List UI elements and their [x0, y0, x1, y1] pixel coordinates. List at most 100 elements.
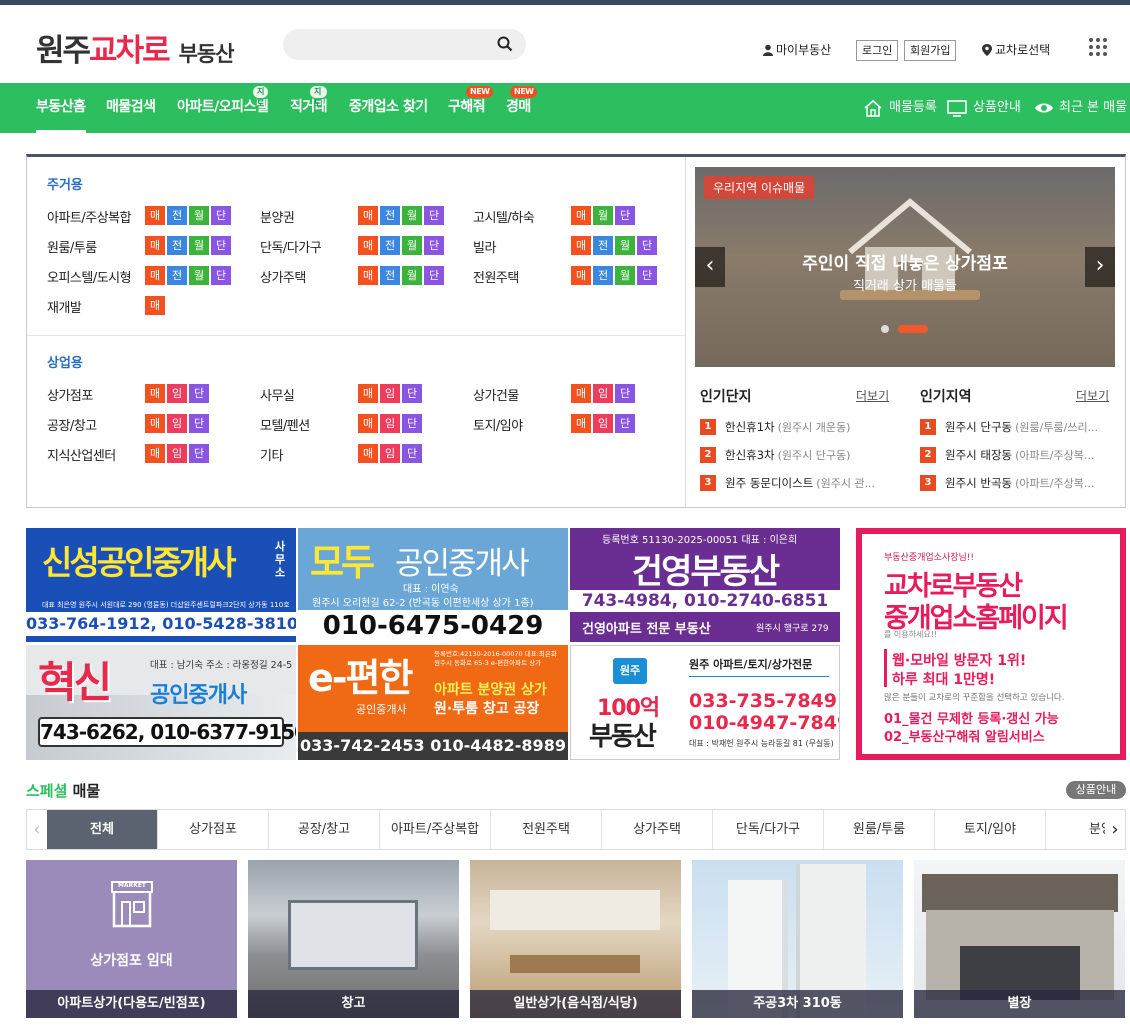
search-icon[interactable] — [496, 35, 514, 53]
tag-sale[interactable]: 매 — [358, 384, 378, 403]
listing-card[interactable]: 일반상가(음식점/식당) — [470, 860, 681, 1018]
list-item[interactable]: 1 한신휴1차 (원주시 개운동) — [700, 419, 890, 435]
category-oneroom[interactable]: 원룸/투룸 — [47, 237, 97, 256]
login-button[interactable]: 로그인 — [856, 40, 899, 61]
recent-viewed-link[interactable]: 최근 본 매물 — [1034, 83, 1127, 133]
tag-monthly[interactable]: 월 — [402, 206, 422, 225]
tag-short[interactable]: 단 — [211, 266, 231, 285]
slider-dot[interactable] — [881, 325, 889, 333]
category-detached[interactable]: 단독/다가구 — [260, 237, 322, 256]
tag-sale[interactable]: 매 — [358, 444, 378, 463]
tab-all[interactable]: 전체 — [47, 810, 158, 849]
tag-sale[interactable]: 매 — [145, 444, 165, 463]
category-factory[interactable]: 공장/창고 — [47, 415, 97, 434]
category-motel[interactable]: 모텔/펜션 — [260, 415, 310, 434]
listing-card[interactable]: 창고 — [248, 860, 459, 1018]
nav-item-home[interactable]: 부동산홈 — [36, 83, 86, 133]
category-shop-house[interactable]: 상가주택 — [260, 267, 306, 286]
tag-lease[interactable]: 임 — [593, 414, 613, 433]
tag-jeonse[interactable]: 전 — [593, 266, 613, 285]
tag-short[interactable]: 단 — [211, 236, 231, 255]
tag-sale[interactable]: 매 — [571, 414, 591, 433]
tag-short[interactable]: 단 — [615, 206, 635, 225]
tag-short[interactable]: 단 — [402, 414, 422, 433]
tag-sale[interactable]: 매 — [358, 236, 378, 255]
tag-short[interactable]: 단 — [615, 414, 635, 433]
site-logo[interactable]: 원주 교차로 부동산 — [36, 25, 235, 70]
tag-short[interactable]: 단 — [189, 384, 209, 403]
tag-short[interactable]: 단 — [402, 384, 422, 403]
ad-banner-epyeonhan[interactable]: e-편한 공인중개사 등록번호:42130-2016-00070 대표:최은화 … — [298, 645, 568, 760]
tag-monthly[interactable]: 월 — [615, 266, 635, 285]
nav-item-apartment[interactable]: 아파트/오피스텔 지도 — [177, 83, 269, 133]
tag-monthly[interactable]: 월 — [615, 236, 635, 255]
tag-short[interactable]: 단 — [637, 236, 657, 255]
tag-short[interactable]: 단 — [424, 206, 444, 225]
tag-sale[interactable]: 매 — [145, 296, 165, 315]
tab-shop-house[interactable]: 상가주택 — [602, 810, 713, 849]
tag-sale[interactable]: 매 — [145, 236, 165, 255]
tag-sale[interactable]: 매 — [145, 414, 165, 433]
tag-short[interactable]: 단 — [615, 384, 635, 403]
tag-sale[interactable]: 매 — [145, 206, 165, 225]
list-item[interactable]: 2 한신휴3차 (원주시 단구동) — [700, 447, 890, 463]
tag-monthly[interactable]: 월 — [402, 266, 422, 285]
tag-lease[interactable]: 임 — [167, 384, 187, 403]
category-land[interactable]: 토지/임야 — [473, 415, 523, 434]
ad-banner-sinseong[interactable]: 신성공인중개사 사무소 대표 최은영 원주시 서원대로 290 (명륜동) 더샵… — [26, 528, 296, 642]
tag-lease[interactable]: 임 — [167, 414, 187, 433]
category-office[interactable]: 사무실 — [260, 385, 295, 404]
tag-jeonse[interactable]: 전 — [380, 266, 400, 285]
tag-jeonse[interactable]: 전 — [380, 236, 400, 255]
category-apartment[interactable]: 아파트/주상복합 — [47, 207, 132, 226]
tag-sale[interactable]: 매 — [358, 266, 378, 285]
tag-short[interactable]: 단 — [637, 266, 657, 285]
popular-complex-more-link[interactable]: 더보기 — [856, 387, 889, 404]
category-redevelop[interactable]: 재개발 — [47, 297, 82, 316]
tag-monthly[interactable]: 월 — [189, 266, 209, 285]
ad-banner-hyeoksin[interactable]: 혁신 대표 : 남기숙 주소 : 라옹정길 24-5 공인중개사 743-626… — [26, 645, 296, 760]
tab-country-house[interactable]: 전원주택 — [491, 810, 602, 849]
tag-sale[interactable]: 매 — [571, 384, 591, 403]
tag-sale[interactable]: 매 — [358, 414, 378, 433]
nav-item-wanted[interactable]: 구해줘 NEW — [448, 83, 494, 133]
tab-apartment[interactable]: 아파트/주상복합 — [380, 810, 491, 849]
tag-jeonse[interactable]: 전 — [167, 236, 187, 255]
category-etc[interactable]: 기타 — [260, 445, 283, 464]
tag-jeonse[interactable]: 전 — [593, 236, 613, 255]
tag-sale[interactable]: 매 — [571, 266, 591, 285]
nav-item-search[interactable]: 매물검색 — [106, 83, 156, 133]
nav-item-direct[interactable]: 직거래 지도 — [290, 83, 328, 133]
category-presale[interactable]: 분양권 — [260, 207, 295, 226]
tag-short[interactable]: 단 — [189, 414, 209, 433]
tag-monthly[interactable]: 월 — [593, 206, 613, 225]
category-villa[interactable]: 빌라 — [473, 237, 496, 256]
product-info-link[interactable]: 상품안내 — [947, 83, 1021, 133]
tag-short[interactable]: 단 — [424, 266, 444, 285]
product-info-button[interactable]: 상품안내 — [1066, 781, 1126, 799]
ad-banner-geonyoung[interactable]: 등록번호 51130-2025-00051 대표 : 이은희 건영부동산 743… — [570, 528, 840, 642]
tab-land[interactable]: 토지/임야 — [935, 810, 1046, 849]
tag-sale[interactable]: 매 — [571, 206, 591, 225]
tag-sale[interactable]: 매 — [571, 236, 591, 255]
list-item[interactable]: 2 원주시 태장동 (아파트/주상복... — [920, 447, 1112, 463]
category-country-house[interactable]: 전원주택 — [473, 267, 519, 286]
tag-lease[interactable]: 임 — [380, 444, 400, 463]
signup-button[interactable]: 회원가입 — [904, 40, 957, 61]
tag-lease[interactable]: 임 — [167, 444, 187, 463]
tag-short[interactable]: 단 — [424, 236, 444, 255]
slider-prev-button[interactable]: ‹ — [695, 247, 725, 287]
ad-banner-homepage[interactable]: 부동산중개업소사장님!! 교차로부동산 중개업소홈페이지 를 이용하세요!! 웹… — [856, 528, 1126, 760]
tag-lease[interactable]: 임 — [593, 384, 613, 403]
listing-card[interactable]: 별장 — [914, 860, 1125, 1018]
issue-slider[interactable]: 우리지역 이슈매물 주인이 직접 내놓은 상가점포 직거래 상가 매물들 ‹ › — [695, 167, 1115, 367]
ad-banner-modu[interactable]: 모두 공인중개사 대표 : 이연숙 원주시 오리현길 62-2 (반곡동 이편한… — [298, 528, 568, 642]
nav-item-agency[interactable]: 중개업소 찾기 — [349, 83, 428, 133]
tab-oneroom[interactable]: 원룸/투룸 — [824, 810, 935, 849]
popular-region-more-link[interactable]: 더보기 — [1076, 387, 1109, 404]
tag-jeonse[interactable]: 전 — [380, 206, 400, 225]
tag-sale[interactable]: 매 — [358, 206, 378, 225]
ad-banner-100eok[interactable]: 원주 100억 부동산 원주 아파트/토지/상가전문 033-735-7849 … — [570, 645, 840, 760]
listing-card[interactable]: 주공3차 310동 — [692, 860, 903, 1018]
region-select-link[interactable]: 교차로선택 — [982, 41, 1050, 58]
